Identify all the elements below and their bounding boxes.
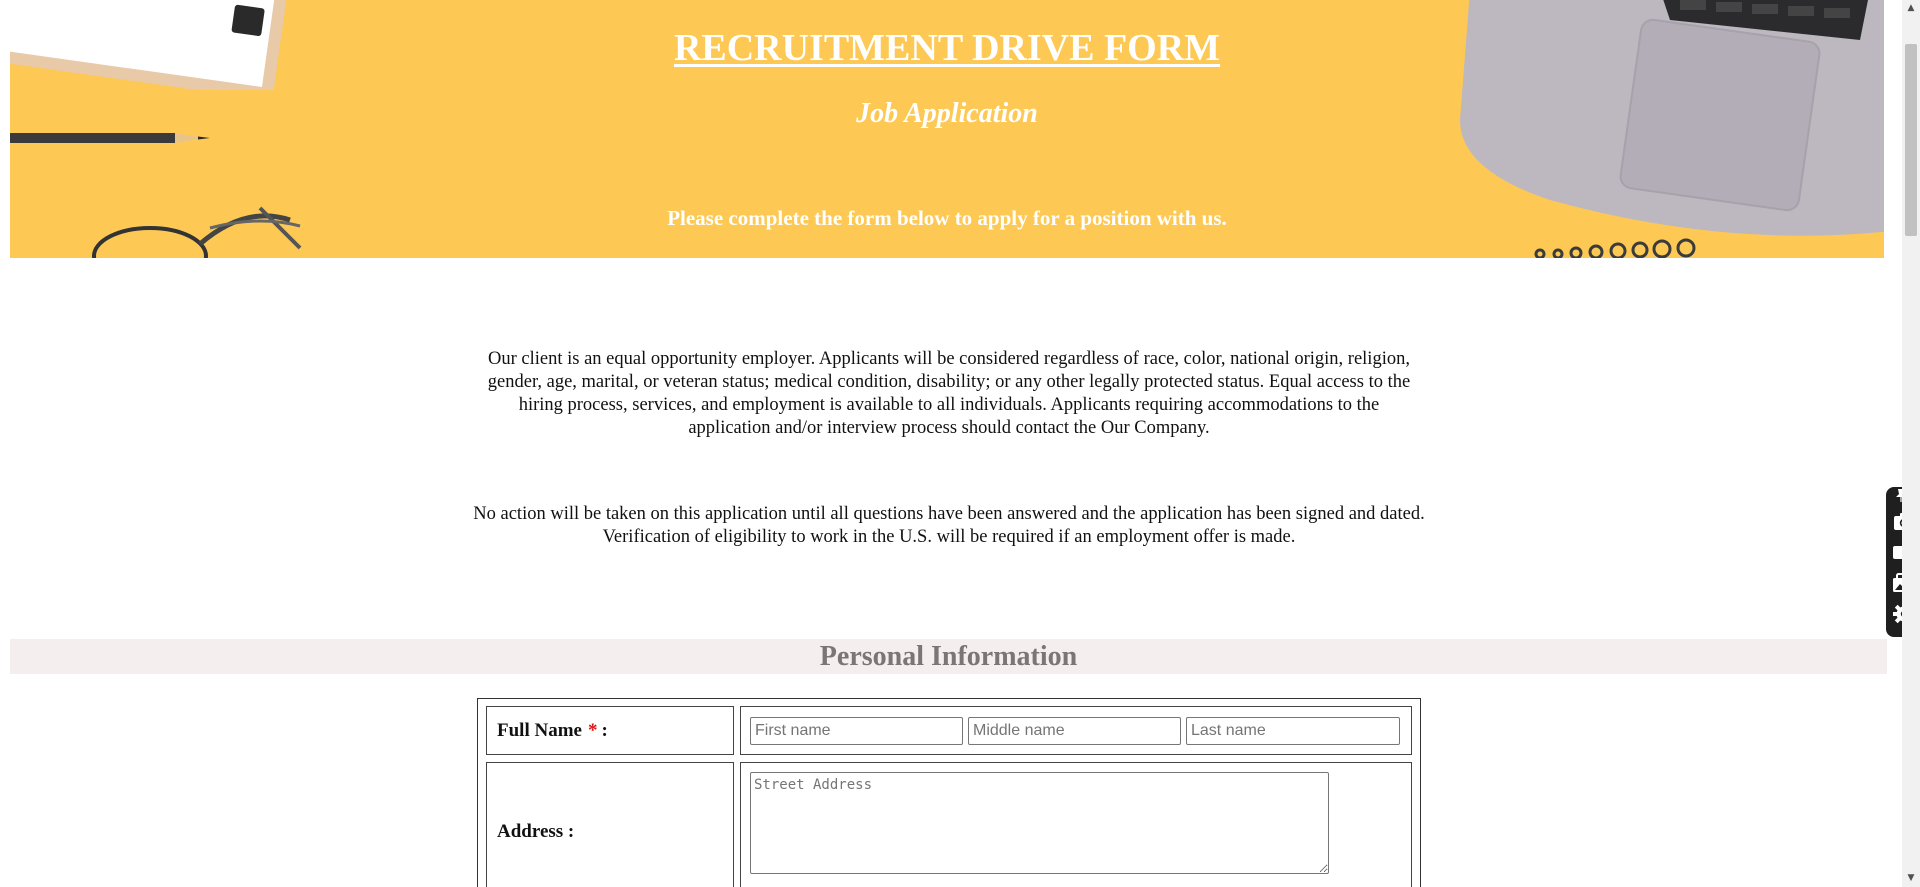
personal-information-table: Full Name * : Address : — [477, 698, 1421, 887]
first-name-input[interactable] — [750, 717, 963, 745]
form-subtitle: Job Application — [856, 98, 1038, 129]
header-banner: RECRUITMENT DRIVE FORM Job Application P… — [10, 0, 1884, 258]
scroll-up-arrow-icon[interactable]: ▲ — [1902, 0, 1920, 17]
full-name-label-cell: Full Name * : — [486, 706, 734, 755]
no-action-text: No action will be taken on this applicat… — [473, 504, 1425, 547]
full-name-label: Full Name — [497, 719, 582, 741]
street-address-textarea[interactable] — [750, 772, 1329, 874]
intro-text: Please complete the form below to apply … — [667, 206, 1227, 230]
equal-opportunity-notice: Our client is an equal opportunity emplo… — [0, 348, 1898, 440]
page-scrollbar[interactable]: ▲ ▼ — [1902, 0, 1920, 887]
address-input-cell — [740, 762, 1412, 887]
notebook-spiral-decoration — [1534, 238, 1696, 258]
scrollbar-thumb[interactable] — [1905, 44, 1917, 236]
address-label-cell: Address : — [486, 762, 734, 887]
no-action-notice: No action will be taken on this applicat… — [0, 503, 1898, 549]
page: RECRUITMENT DRIVE FORM Job Application P… — [0, 0, 1902, 887]
last-name-input[interactable] — [1186, 717, 1400, 745]
full-name-colon: : — [601, 719, 608, 741]
form-title: RECRUITMENT DRIVE FORM — [673, 27, 1221, 69]
scroll-down-arrow-icon[interactable]: ▼ — [1902, 870, 1920, 887]
section-heading: Personal Information — [819, 641, 1078, 672]
equal-opportunity-text: Our client is an equal opportunity emplo… — [487, 349, 1411, 438]
address-label: Address : — [497, 821, 575, 842]
full-name-input-cell — [740, 706, 1412, 755]
personal-information-section-header: Personal Information — [10, 639, 1887, 674]
required-asterisk: * — [587, 719, 598, 741]
middle-name-input[interactable] — [968, 717, 1181, 745]
